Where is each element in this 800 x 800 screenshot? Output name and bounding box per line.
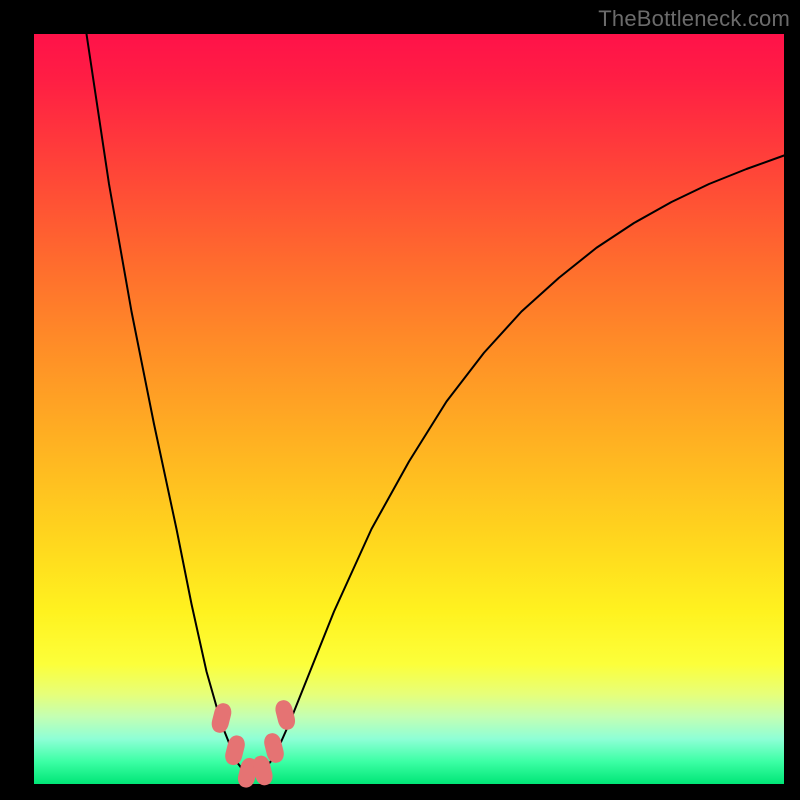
curve-marker (210, 701, 234, 734)
curve-marker (273, 698, 297, 731)
watermark-text: TheBottleneck.com (598, 6, 790, 32)
bottleneck-curve (87, 34, 785, 777)
chart-overlay (34, 34, 784, 784)
plot-area (34, 34, 784, 784)
bottleneck-curve-path (87, 34, 785, 777)
curve-markers (210, 698, 298, 789)
chart-frame: TheBottleneck.com (0, 0, 800, 800)
